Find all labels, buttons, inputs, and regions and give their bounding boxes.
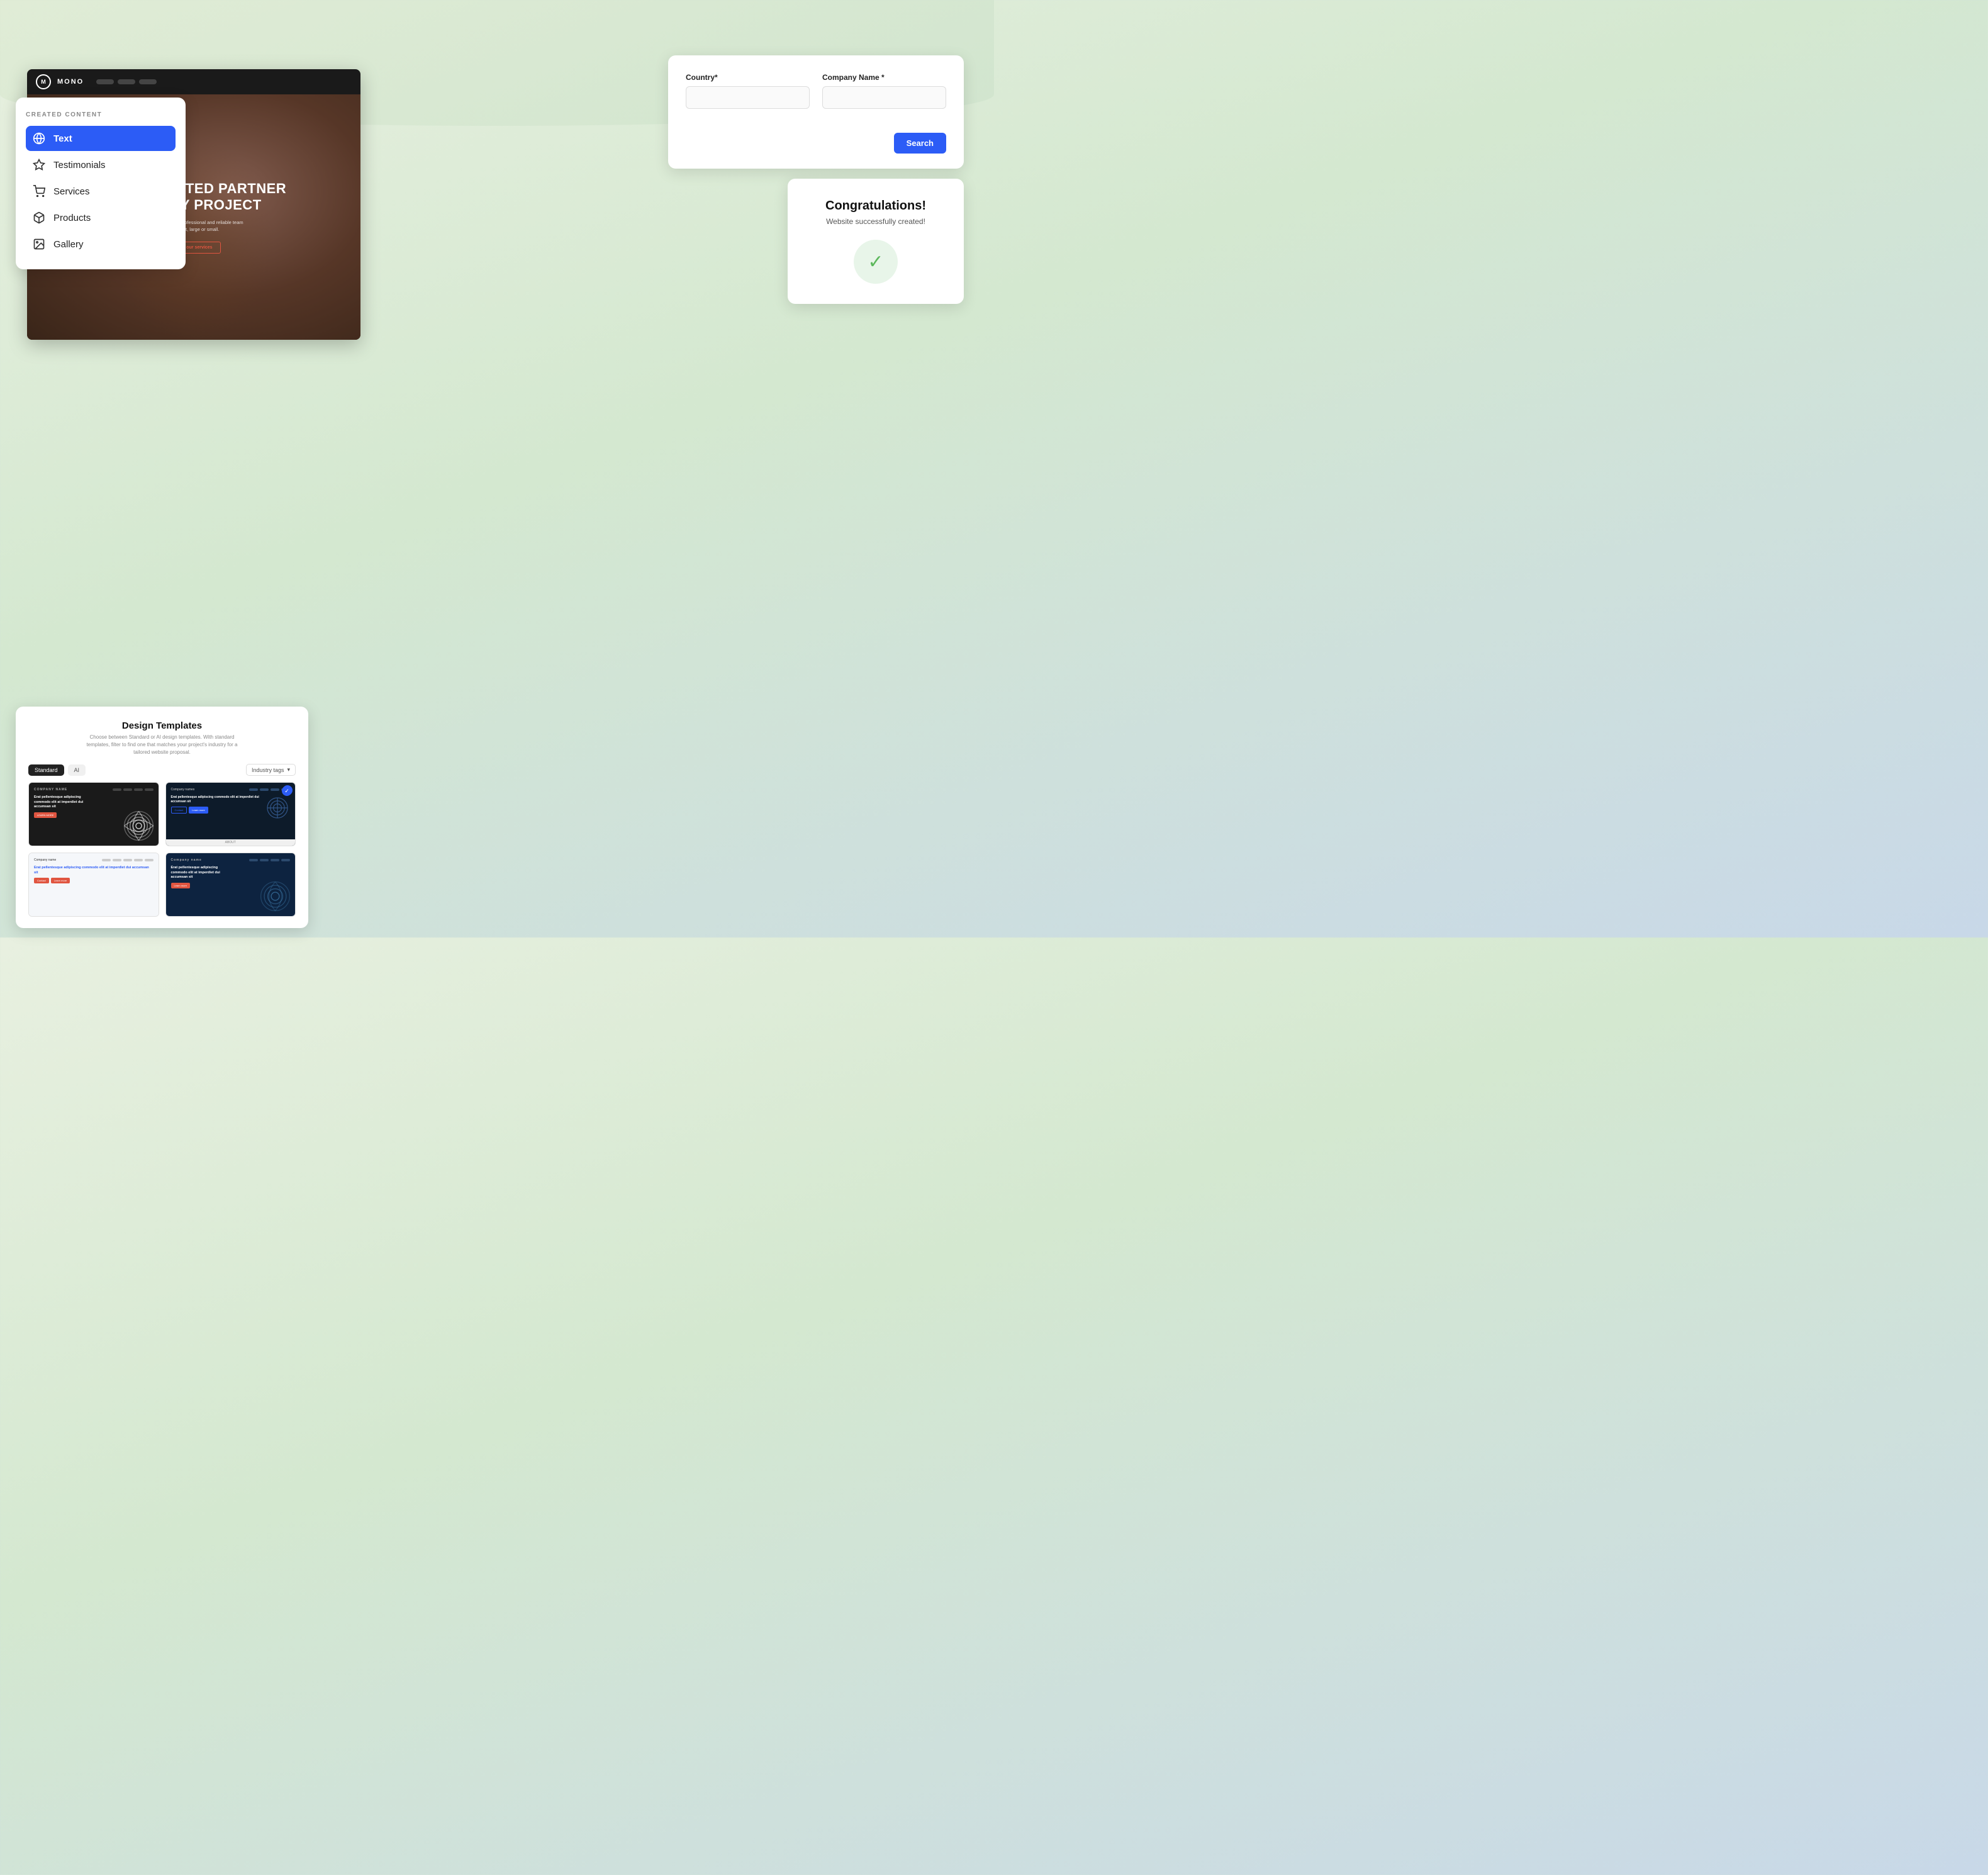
content-item-gallery[interactable]: Gallery <box>26 232 176 257</box>
congrats-title: Congratulations! <box>803 199 949 213</box>
design-templates-card: Design Templates Choose between Standard… <box>16 707 308 928</box>
t-nav-pills <box>113 788 154 791</box>
content-item-products-label: Products <box>53 213 91 223</box>
tab-ai[interactable]: AI <box>68 764 86 776</box>
design-tabs: Standard AI <box>28 764 86 776</box>
industry-tags-label: Industry tags <box>252 767 284 773</box>
template-light-preview: Company name Erat pellentesque adipiscin… <box>29 853 159 916</box>
country-input[interactable] <box>686 86 810 109</box>
created-content-title: CREATED CONTENT <box>26 111 176 118</box>
content-item-gallery-label: Gallery <box>53 239 84 250</box>
t-blue-nav: Company names <box>171 788 291 792</box>
t-learn-btn[interactable]: LEARN MORE <box>34 812 57 818</box>
design-tabs-row: Standard AI Industry tags ▾ <box>28 764 296 776</box>
content-item-text-label: Text <box>53 133 72 144</box>
t-blue-brand: Company names <box>171 788 195 792</box>
cart-icon <box>32 184 46 198</box>
design-templates-title: Design Templates <box>28 720 296 731</box>
t-blue-btns: Contact Learn more <box>171 807 262 814</box>
t-hero-text2: Erat pellentesque adipiscing commodo eli… <box>171 866 234 880</box>
search-button[interactable]: Search <box>894 133 946 154</box>
t-brand2: Company name <box>171 858 202 862</box>
box-icon <box>32 211 46 225</box>
content-item-testimonials-label: Testimonials <box>53 160 106 171</box>
template-dark2-preview: Company name Erat pellentesque adipiscin… <box>166 853 296 916</box>
templates-grid: COMPANY NAME Erat pellentesque adipiscin… <box>28 782 296 917</box>
mono-brand-label: MONO <box>57 78 84 86</box>
chevron-down-icon: ▾ <box>287 766 290 773</box>
t-hero-text: Erat pellentesque adipiscing commodo eli… <box>34 795 97 810</box>
content-item-text[interactable]: Text <box>26 126 176 151</box>
country-form-group: Country* <box>686 73 810 109</box>
template-selected-badge: ✓ <box>282 786 292 796</box>
t-learn-btn2[interactable]: Learn more <box>171 883 190 888</box>
created-content-panel: CREATED CONTENT Text Testimonials Servic… <box>16 98 186 269</box>
spiral-graphic <box>121 809 156 843</box>
t-light-title: Erat pellentesque adipiscing commodo eli… <box>34 865 154 876</box>
template-card-dark-spiral[interactable]: COMPANY NAME Erat pellentesque adipiscin… <box>28 782 159 846</box>
template-dark-preview: COMPANY NAME Erat pellentesque adipiscin… <box>29 783 159 846</box>
t-brand: COMPANY NAME <box>34 788 67 792</box>
country-label: Country* <box>686 73 810 82</box>
checkmark-icon: ✓ <box>868 251 883 273</box>
mono-nav-pill-1 <box>96 79 114 84</box>
star-icon <box>32 158 46 172</box>
form-actions: Search <box>686 119 946 154</box>
congratulations-card: Congratulations! Website successfully cr… <box>788 179 964 304</box>
template-card-light-blue[interactable]: Company name Erat pellentesque adipiscin… <box>28 853 159 917</box>
t-nav-pills2 <box>249 859 290 861</box>
content-item-testimonials[interactable]: Testimonials <box>26 152 176 177</box>
mono-logo-icon: M <box>36 74 51 89</box>
content-item-services[interactable]: Services <box>26 179 176 204</box>
image-icon <box>32 237 46 251</box>
blue-graphic-icon <box>265 795 290 820</box>
globe-icon <box>32 132 46 145</box>
t-light-btns: Contact Learn more <box>34 878 154 883</box>
t-contact-btn[interactable]: Contact <box>171 807 187 814</box>
template-card-dark2[interactable]: Company name Erat pellentesque adipiscin… <box>165 853 296 917</box>
congrats-subtitle: Website successfully created! <box>803 217 949 226</box>
t-blue-hero-text: Erat pellentesque adipiscing commodo eli… <box>171 795 262 804</box>
industry-tags-dropdown[interactable]: Industry tags ▾ <box>246 764 296 776</box>
t-light-contact-btn[interactable]: Contact <box>34 878 49 883</box>
content-item-products[interactable]: Products <box>26 205 176 230</box>
t-light-brand: Company name <box>34 858 56 862</box>
template-dark2-topbar: Company name <box>171 858 291 862</box>
content-item-services-label: Services <box>53 186 90 197</box>
form-fields-row: Country* Company Name * <box>686 73 946 109</box>
design-templates-subtitle: Choose between Standard or AI design tem… <box>81 734 244 756</box>
template-blue-preview: Company names Erat pellentesque adipisci… <box>166 783 296 846</box>
search-form-card: Country* Company Name * Search <box>668 55 964 169</box>
mono-nav-pills <box>96 79 157 84</box>
t-learn-more-btn[interactable]: Learn more <box>189 807 208 814</box>
template-topbar: COMPANY NAME <box>34 788 154 792</box>
t-light-navpills <box>102 859 154 861</box>
company-name-input[interactable] <box>822 86 946 109</box>
spiral-graphic-2 <box>258 879 293 914</box>
congrats-check-circle: ✓ <box>854 240 898 284</box>
t-about-label: ABOUT <box>166 839 296 846</box>
mono-nav-pill-3 <box>139 79 157 84</box>
template-card-dark-blue[interactable]: Company names Erat pellentesque adipisci… <box>165 782 296 846</box>
mono-nav-pill-2 <box>118 79 135 84</box>
company-name-label: Company Name * <box>822 73 946 82</box>
t-light-learn-btn[interactable]: Learn more <box>51 878 70 883</box>
company-name-form-group: Company Name * <box>822 73 946 109</box>
t-light-nav: Company name <box>34 858 154 862</box>
t-blue-content: Erat pellentesque adipiscing commodo eli… <box>171 795 291 820</box>
tab-standard[interactable]: Standard <box>28 764 64 776</box>
mono-topbar: M MONO <box>27 69 360 94</box>
